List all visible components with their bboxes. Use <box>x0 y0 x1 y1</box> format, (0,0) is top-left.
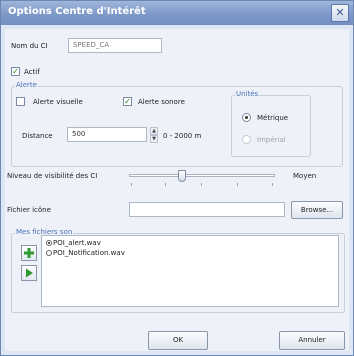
slider-tick <box>165 183 166 186</box>
distance-label: Distance <box>22 132 53 140</box>
visibility-value-label: Moyen <box>293 172 317 180</box>
visibility-label: Niveau de visibilité des CI <box>7 172 98 180</box>
close-button[interactable]: ✕ <box>331 4 349 22</box>
slider-tick <box>272 183 273 186</box>
unit-metrique-radio[interactable] <box>242 113 251 122</box>
ci-name-label: Nom du CI <box>11 42 48 50</box>
radio-unselected-icon <box>46 250 52 256</box>
unit-metrique-label: Métrique <box>257 114 289 122</box>
cancel-button[interactable]: Annuler <box>279 331 345 350</box>
unites-group-title: Unités <box>235 90 260 98</box>
arrow-down-icon: ▼ <box>152 136 156 142</box>
radio-selected-dot <box>245 116 248 119</box>
checkmark-icon: ✓ <box>12 67 19 76</box>
actif-checkbox[interactable]: ✓ <box>11 67 20 76</box>
unites-group <box>231 95 311 157</box>
ok-button[interactable]: OK <box>148 331 208 350</box>
close-icon: ✕ <box>335 6 345 19</box>
unit-imperial-radio[interactable] <box>242 135 251 144</box>
dialog-body: Nom du CI SPEED_CA ✓ Actif Alerte Alerte… <box>5 29 349 351</box>
distance-spin-down[interactable]: ▼ <box>150 135 158 143</box>
add-sound-button[interactable] <box>21 245 37 261</box>
icon-file-label: Fichier icône <box>7 206 51 214</box>
distance-range-label: 0 - 2000 m <box>163 132 202 140</box>
play-sound-button[interactable] <box>21 265 37 281</box>
sound-file-name: POI_Notification.wav <box>53 249 125 257</box>
alerte-sonore-checkbox[interactable]: ✓ <box>123 97 132 106</box>
title-bar[interactable]: Options Centre d'Intérêt ✕ <box>1 1 353 25</box>
options-dialog: Options Centre d'Intérêt ✕ Nom du CI SPE… <box>0 0 354 356</box>
slider-tick <box>131 183 132 186</box>
play-icon <box>26 268 33 278</box>
slider-tick <box>237 183 238 186</box>
radio-selected-icon <box>46 240 52 246</box>
unit-imperial-label: Impérial <box>257 136 286 144</box>
list-item[interactable]: POI_Notification.wav <box>46 249 125 257</box>
slider-tick <box>201 183 202 186</box>
plus-icon <box>24 248 34 258</box>
alerte-group-title: Alerte <box>15 81 38 89</box>
sound-files-list[interactable]: POI_alert.wav POI_Notification.wav <box>41 235 339 307</box>
visibility-slider-track[interactable] <box>129 174 275 177</box>
distance-field[interactable]: 500 <box>67 127 147 142</box>
distance-spin-up[interactable]: ▲ <box>150 127 158 135</box>
ci-name-field[interactable]: SPEED_CA <box>68 38 162 53</box>
window-title: Options Centre d'Intérêt <box>8 6 146 17</box>
visibility-slider-thumb[interactable] <box>178 170 186 182</box>
icon-file-field[interactable] <box>129 202 285 217</box>
sound-file-name: POI_alert.wav <box>53 239 101 247</box>
alerte-visuelle-checkbox[interactable] <box>16 97 25 106</box>
checkmark-icon: ✓ <box>124 97 131 106</box>
alerte-visuelle-label: Alerte visuelle <box>33 98 83 106</box>
list-item[interactable]: POI_alert.wav <box>46 239 101 247</box>
actif-label: Actif <box>24 68 40 76</box>
arrow-up-icon: ▲ <box>152 128 156 134</box>
browse-button[interactable]: Browse... <box>291 201 343 219</box>
alerte-sonore-label: Alerte sonore <box>138 98 185 106</box>
